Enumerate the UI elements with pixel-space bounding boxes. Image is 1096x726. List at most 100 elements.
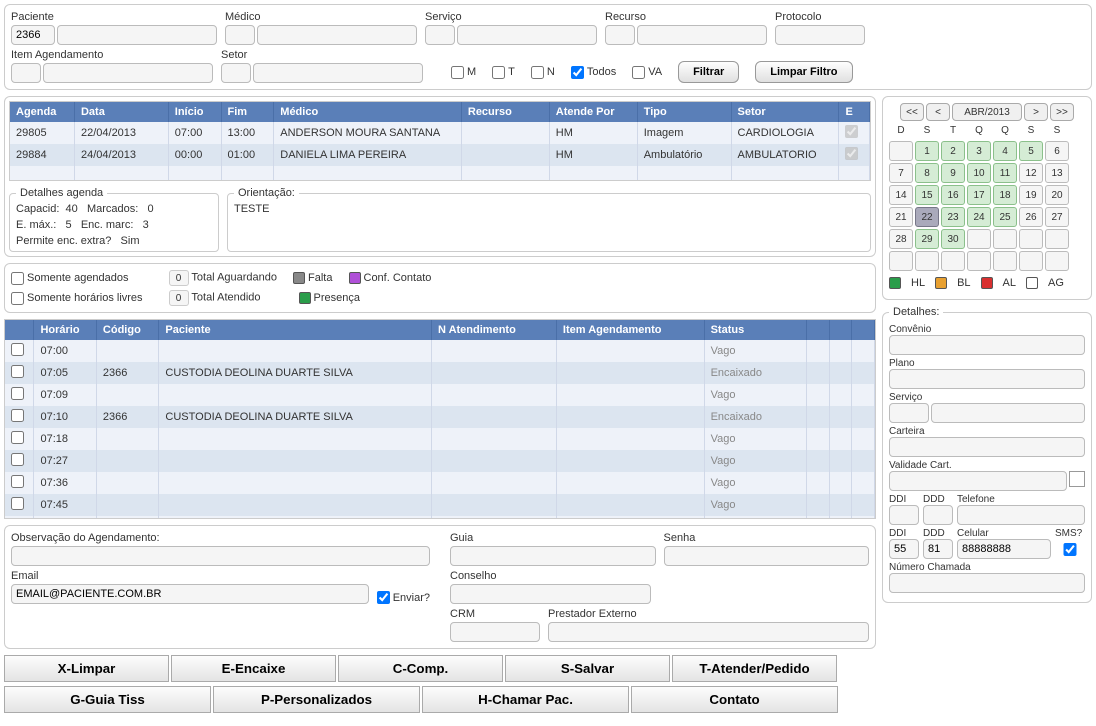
cal-day-28[interactable]: 28	[889, 229, 913, 249]
medico-code-input[interactable]	[225, 25, 255, 45]
protocolo-input[interactable]	[775, 25, 865, 45]
cal-day-1[interactable]: 1	[915, 141, 939, 161]
conselho-input[interactable]	[450, 584, 651, 604]
medico-name-input[interactable]	[257, 25, 417, 45]
servico-name-input[interactable]	[457, 25, 597, 45]
cal-day-24[interactable]: 24	[967, 207, 991, 227]
cal-day-23[interactable]: 23	[941, 207, 965, 227]
recurso-name-input[interactable]	[637, 25, 767, 45]
sched-col-3[interactable]: Paciente	[159, 320, 432, 340]
sched-row[interactable]: 07:54Vago	[5, 516, 875, 519]
agenda-col-8[interactable]: Setor	[731, 102, 839, 122]
agenda-col-9[interactable]: E	[839, 102, 870, 122]
cal-day-7[interactable]: 7	[889, 163, 913, 183]
contato-button[interactable]: Contato	[631, 686, 838, 713]
agenda-col-1[interactable]: Data	[74, 102, 168, 122]
cal-day-15[interactable]: 15	[915, 185, 939, 205]
gguia-button[interactable]: G-Guia Tiss	[4, 686, 211, 713]
tatender-button[interactable]: T-Atender/Pedido	[672, 655, 837, 682]
ssalvar-button[interactable]: S-Salvar	[505, 655, 670, 682]
item-ag-code-input[interactable]	[11, 63, 41, 83]
ddi-tel-input[interactable]	[889, 505, 919, 525]
cal-day-18[interactable]: 18	[993, 185, 1017, 205]
celular-input[interactable]	[957, 539, 1051, 559]
sched-col-5[interactable]: Item Agendamento	[556, 320, 704, 340]
chk-t[interactable]: T	[492, 66, 515, 79]
cal-day-8[interactable]: 8	[915, 163, 939, 183]
agenda-row[interactable]: 2980522/04/201307:0013:00ANDERSON MOURA …	[10, 122, 870, 144]
cal-day-13[interactable]: 13	[1045, 163, 1069, 183]
sched-row[interactable]: 07:27Vago	[5, 450, 875, 472]
carteira-input[interactable]	[889, 437, 1085, 457]
cal-day-9[interactable]: 9	[941, 163, 965, 183]
guia-input[interactable]	[450, 546, 656, 566]
cal-day-10[interactable]: 10	[967, 163, 991, 183]
sched-col-2[interactable]: Código	[96, 320, 158, 340]
validade-input[interactable]	[889, 471, 1067, 491]
cal-day-30[interactable]: 30	[941, 229, 965, 249]
cal-day-12[interactable]: 12	[1019, 163, 1043, 183]
chk-m[interactable]: M	[451, 66, 476, 79]
cal-day-14[interactable]: 14	[889, 185, 913, 205]
agenda-col-2[interactable]: Início	[168, 102, 221, 122]
sched-col-4[interactable]: N Atendimento	[431, 320, 556, 340]
cal-day-5[interactable]: 5	[1019, 141, 1043, 161]
cal-day-4[interactable]: 4	[993, 141, 1017, 161]
sched-row[interactable]: 07:36Vago	[5, 472, 875, 494]
cal-day-25[interactable]: 25	[993, 207, 1017, 227]
crm-input[interactable]	[450, 622, 540, 642]
sched-row[interactable]: 07:102366CUSTODIA DEOLINA DUARTE SILVAEn…	[5, 406, 875, 428]
ddi-cel-input[interactable]	[889, 539, 919, 559]
cal-day-11[interactable]: 11	[993, 163, 1017, 183]
item-ag-name-input[interactable]	[43, 63, 213, 83]
agenda-col-0[interactable]: Agenda	[10, 102, 74, 122]
sched-row[interactable]: 07:052366CUSTODIA DEOLINA DUARTE SILVAEn…	[5, 362, 875, 384]
eencaixe-button[interactable]: E-Encaixe	[171, 655, 336, 682]
cal-day-16[interactable]: 16	[941, 185, 965, 205]
cal-day-21[interactable]: 21	[889, 207, 913, 227]
plano-input[interactable]	[889, 369, 1085, 389]
xlimpar-button[interactable]: X-Limpar	[4, 655, 169, 682]
prestador-input[interactable]	[548, 622, 869, 642]
cal-last-button[interactable]: >>	[1050, 103, 1074, 121]
agenda-col-4[interactable]: Médico	[274, 102, 462, 122]
senha-input[interactable]	[664, 546, 870, 566]
cal-day-29[interactable]: 29	[915, 229, 939, 249]
ddd-tel-input[interactable]	[923, 505, 953, 525]
telefone-input[interactable]	[957, 505, 1085, 525]
ddd-cel-input[interactable]	[923, 539, 953, 559]
sched-row[interactable]: 07:00Vago	[5, 340, 875, 362]
filtrar-button[interactable]: Filtrar	[678, 61, 739, 83]
agenda-row[interactable]: 2988424/04/201300:0001:00DANIELA LIMA PE…	[10, 144, 870, 166]
cal-day-27[interactable]: 27	[1045, 207, 1069, 227]
chk-todos[interactable]: Todos	[571, 66, 616, 79]
cal-next-button[interactable]: >	[1024, 103, 1048, 121]
sched-col-6[interactable]: Status	[704, 320, 806, 340]
sched-col-0[interactable]	[5, 320, 34, 340]
sched-col-1[interactable]: Horário	[34, 320, 96, 340]
convenio-input[interactable]	[889, 335, 1085, 355]
cal-day-19[interactable]: 19	[1019, 185, 1043, 205]
servico-name-input[interactable]	[931, 403, 1085, 423]
chk-n[interactable]: N	[531, 66, 555, 79]
paciente-code-input[interactable]	[11, 25, 55, 45]
setor-code-input[interactable]	[221, 63, 251, 83]
agenda-col-3[interactable]: Fim	[221, 102, 274, 122]
obs-input[interactable]	[11, 546, 430, 566]
chk-somente-livres[interactable]: Somente horários livres	[11, 292, 143, 305]
email-input[interactable]	[11, 584, 369, 604]
cal-day-17[interactable]: 17	[967, 185, 991, 205]
setor-name-input[interactable]	[253, 63, 423, 83]
ccomp-button[interactable]: C-Comp.	[338, 655, 503, 682]
sms-checkbox[interactable]	[1055, 543, 1085, 556]
agenda-col-7[interactable]: Tipo	[637, 102, 731, 122]
sched-col-8[interactable]	[829, 320, 852, 340]
sched-col-9[interactable]	[852, 320, 875, 340]
cal-day-6[interactable]: 6	[1045, 141, 1069, 161]
chk-somente-agendados[interactable]: Somente agendados	[11, 272, 129, 285]
cal-day-3[interactable]: 3	[967, 141, 991, 161]
limpar-filtro-button[interactable]: Limpar Filtro	[755, 61, 852, 83]
calendar-icon[interactable]	[1069, 471, 1085, 487]
cal-day-2[interactable]: 2	[941, 141, 965, 161]
chk-enviar[interactable]: Enviar?	[377, 591, 430, 604]
